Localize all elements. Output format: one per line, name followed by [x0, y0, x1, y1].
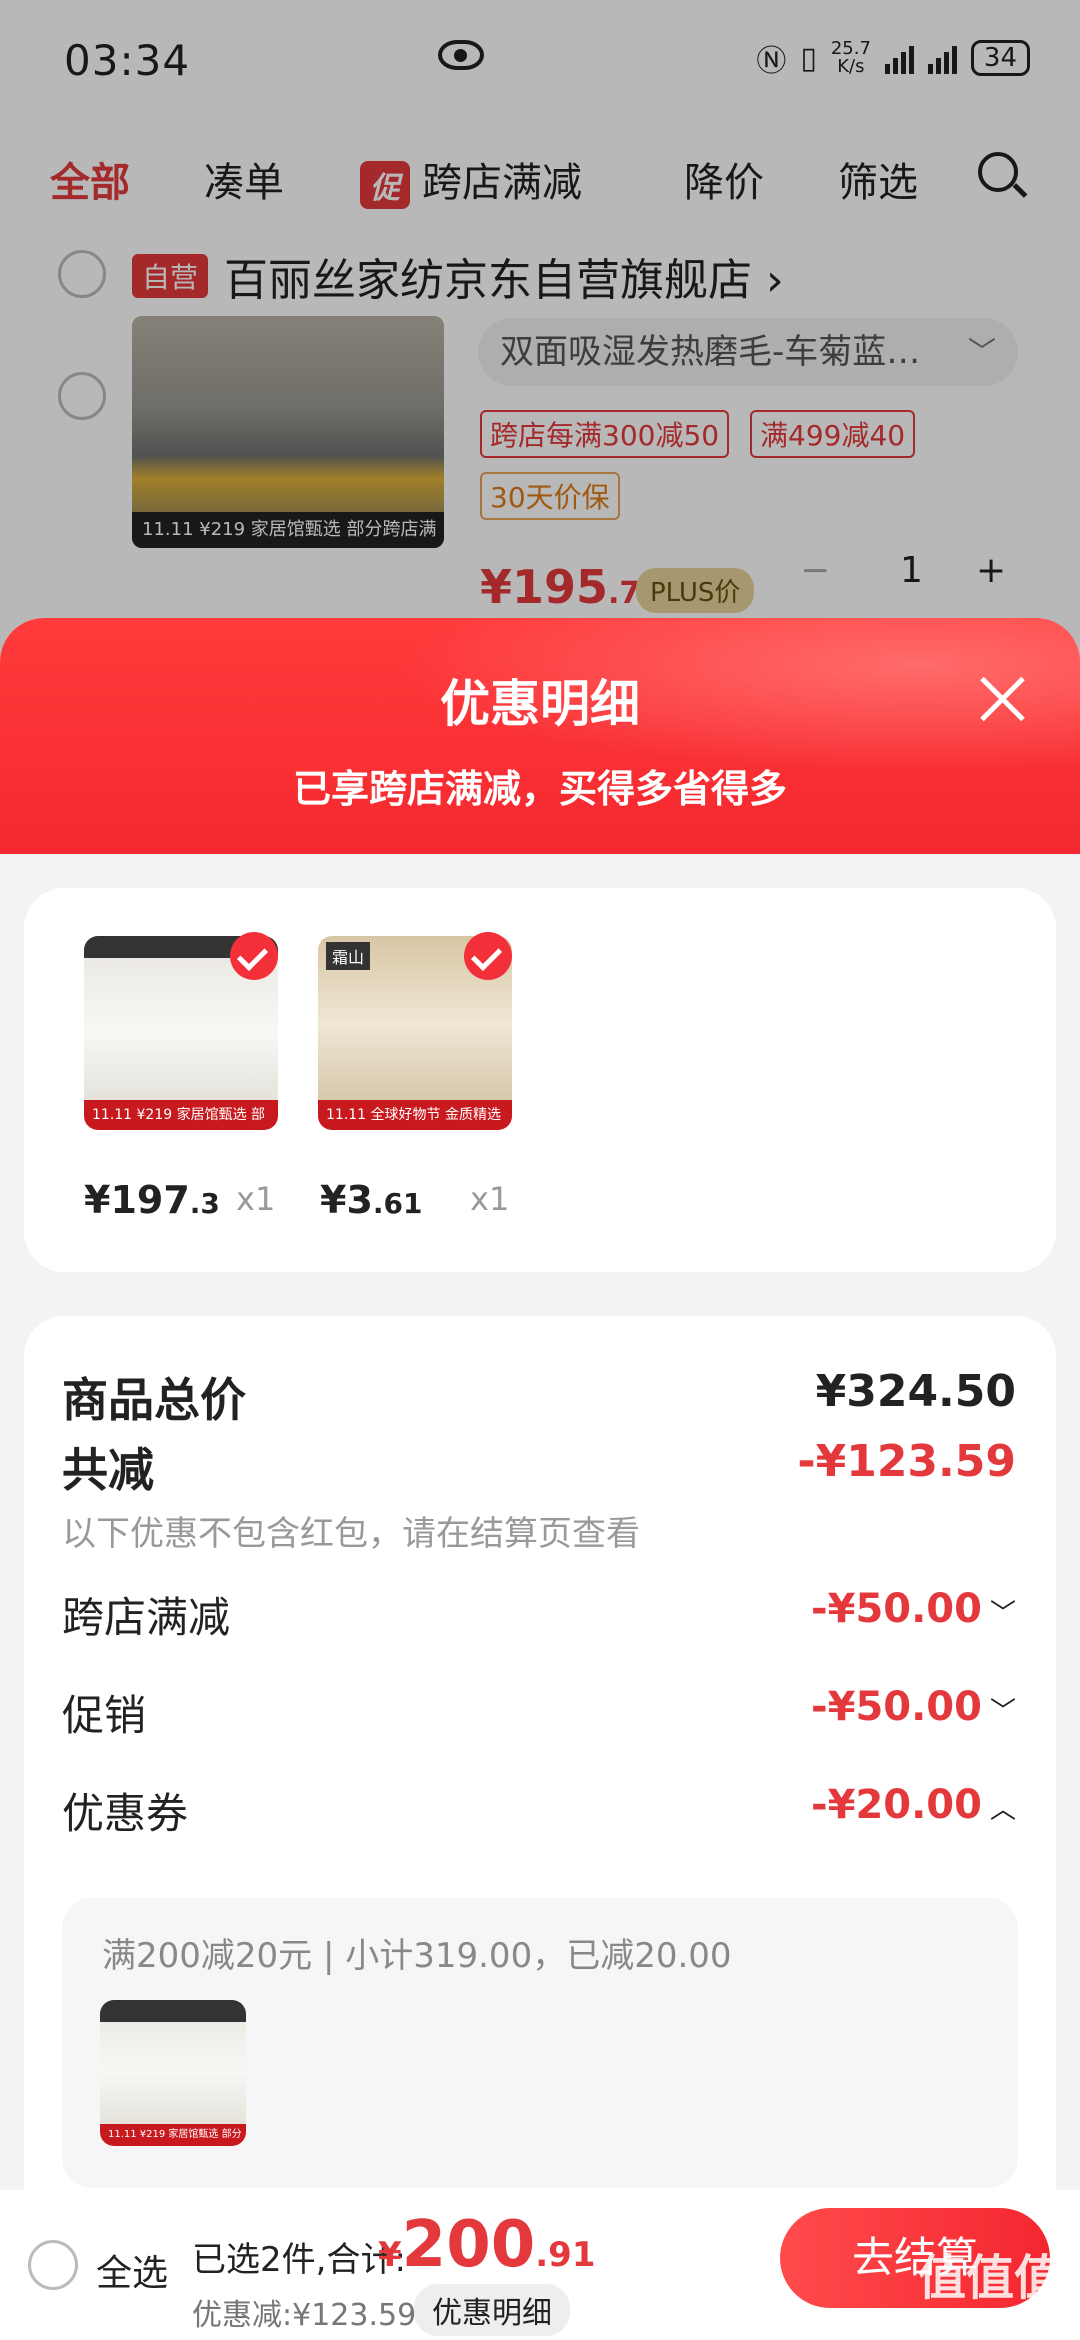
- sheet-header: 优惠明细 已享跨店满减，买得多省得多: [0, 618, 1080, 854]
- selected-count: 已选2件,合计:: [192, 2240, 406, 2280]
- thumb-top-band: [100, 2000, 246, 2022]
- check-icon: [464, 932, 512, 980]
- cross-store-discount-value: -¥50.00: [811, 1586, 982, 1632]
- watermark-url: zhizhizhi.com: [924, 2306, 1060, 2330]
- discount-detail-sheet: 优惠明细 已享跨店满减，买得多省得多 11.11 ¥219 家居馆甄选 部分跨店…: [0, 618, 1080, 2340]
- sheet-subtitle: 已享跨店满减，买得多省得多: [292, 767, 787, 811]
- total-discount-value: -¥123.59: [797, 1436, 1016, 1487]
- grand-total-yen: ¥: [378, 2235, 402, 2275]
- select-all-label[interactable]: 全选: [96, 2244, 168, 2296]
- coupon-row[interactable]: -¥20.00 ︿: [811, 1782, 1016, 1828]
- item-qty: x1: [236, 1180, 276, 1218]
- sheet-title: 优惠明细: [440, 675, 640, 733]
- item-price-decimal: .61: [372, 1187, 423, 1220]
- discount-note: 以下优惠不包含红包，请在结算页查看: [62, 1514, 640, 1554]
- cross-store-discount-row[interactable]: -¥50.00 ﹀: [811, 1586, 1016, 1632]
- coupon-detail-text: 满200减20元 | 小计319.00，已减20.00: [102, 1936, 732, 1976]
- thumb-band: 11.11 ¥219 家居馆甄选 部分跨店满300减50: [84, 1100, 278, 1130]
- coupon-detail-panel: 满200减20元 | 小计319.00，已减20.00 11.11 ¥219 家…: [62, 1898, 1018, 2188]
- item-price-decimal: .3: [189, 1187, 220, 1220]
- brand-label: 霜山: [326, 942, 371, 970]
- item-price: ¥3.61: [320, 1178, 423, 1222]
- grand-total: ¥200.91: [378, 2208, 596, 2282]
- price-summary-card: 商品总价 ¥324.50 共减 -¥123.59 以下优惠不包含红包，请在结算页…: [24, 1316, 1056, 2340]
- watermark-logo: 值值值: [917, 2250, 1062, 2306]
- close-icon[interactable]: [974, 670, 1030, 726]
- coupon-value: -¥20.00: [811, 1782, 982, 1828]
- item-price: ¥197.3: [84, 1178, 220, 1222]
- promotion-row[interactable]: -¥50.00 ﹀: [811, 1684, 1016, 1730]
- thumb-band: 11.11 ¥219 家居馆甄选 部分跨店满300减50: [100, 2124, 246, 2146]
- thumb-band: 11.11 全球好物节 金质精选满300减70: [318, 1100, 512, 1130]
- item-qty: x1: [470, 1180, 510, 1218]
- item-price-int: ¥3: [320, 1178, 373, 1222]
- chevron-down-icon: ﹀: [989, 1599, 1016, 1629]
- selected-items-card: 11.11 ¥219 家居馆甄选 部分跨店满300减50 霜山 11.11 全球…: [24, 888, 1056, 1272]
- promotion-label: 促销: [62, 1691, 147, 1740]
- grand-total-int: 200: [401, 2208, 536, 2282]
- cross-store-discount-label: 跨店满减: [62, 1593, 231, 1642]
- total-price-label: 商品总价: [62, 1373, 246, 1427]
- select-all-radio[interactable]: [28, 2240, 78, 2290]
- total-price-value: ¥324.50: [815, 1366, 1016, 1417]
- chevron-up-icon: ︿: [989, 1795, 1016, 1825]
- discount-detail-button[interactable]: 优惠明细: [414, 2284, 570, 2336]
- grand-total-decimal: .91: [535, 2235, 596, 2275]
- promotion-value: -¥50.00: [811, 1684, 982, 1730]
- coupon-item-thumb[interactable]: 11.11 ¥219 家居馆甄选 部分跨店满300减50: [100, 2000, 246, 2146]
- chevron-down-icon: ﹀: [989, 1697, 1016, 1727]
- item-price-int: ¥197: [84, 1178, 190, 1222]
- total-discount-label: 共减: [62, 1443, 154, 1497]
- check-icon: [230, 932, 278, 980]
- coupon-label: 优惠券: [62, 1789, 189, 1838]
- discount-summary: 优惠减:¥123.59: [192, 2298, 417, 2333]
